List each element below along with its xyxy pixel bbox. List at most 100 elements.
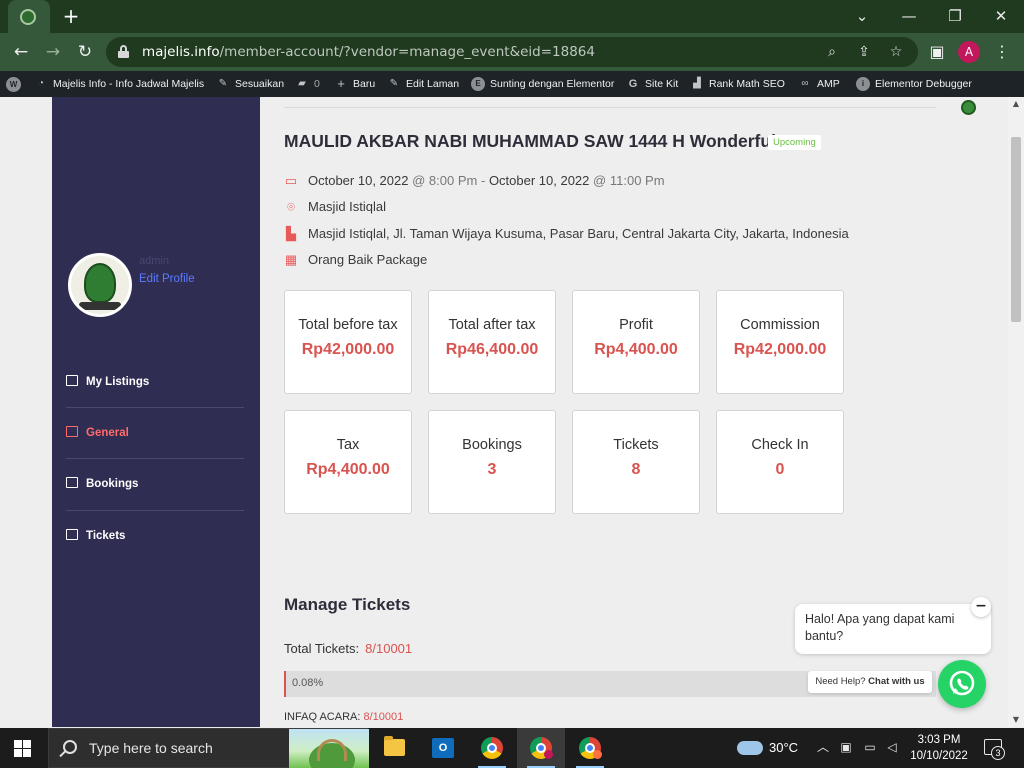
profile-avatar-button[interactable]: A (958, 41, 980, 63)
windows-start-icon[interactable] (14, 740, 31, 757)
sidebar-item-bookings[interactable]: Bookings (66, 469, 244, 499)
system-clock[interactable]: 3:03 PM 10/10/2022 (904, 732, 974, 764)
manage-tickets-title: Manage Tickets (284, 595, 411, 614)
scroll-down-arrow-icon[interactable]: ▼ (1008, 713, 1024, 727)
stat-card-commission: Commission Rp42,000.00 (716, 290, 844, 394)
scroll-up-arrow-icon[interactable]: ▲ (1008, 97, 1024, 111)
search-placeholder: Type here to search (89, 740, 213, 756)
stat-card-profit: Profit Rp4,400.00 (572, 290, 700, 394)
close-window-button[interactable]: ✕ (987, 3, 1015, 29)
browser-menu-icon[interactable]: ⋮ (989, 39, 1015, 65)
share-icon[interactable]: ⇪ (854, 42, 874, 62)
whatsapp-icon (949, 670, 975, 696)
stat-card-tickets: Tickets 8 (572, 410, 700, 514)
taskbar-search-box[interactable]: Type here to search (48, 728, 369, 768)
total-tickets: Total Tickets: 8/10001 (284, 641, 413, 656)
restore-button[interactable]: ❐ (941, 3, 969, 29)
elementor-icon: E (471, 77, 485, 92)
adminbar-comments[interactable]: ▰ 0 (295, 71, 320, 97)
stat-card-bookings: Bookings 3 (428, 410, 556, 514)
sidebar-divider (66, 407, 244, 408)
cloud-icon[interactable] (737, 741, 763, 755)
side-panel-icon[interactable]: ▣ (924, 39, 950, 65)
folder-icon (384, 736, 405, 756)
url-text[interactable]: majelis.info/member-account/?vendor=mana… (142, 44, 595, 60)
chrome-button[interactable] (468, 728, 516, 768)
profile-badge-icon (593, 750, 602, 759)
document-icon (66, 477, 78, 488)
page-viewport: admin Edit Profile My Listings General B… (0, 97, 1008, 727)
account-sidebar: admin Edit Profile My Listings General B… (52, 97, 260, 727)
adminbar-site-name[interactable]: ◔ Majelis Info - Info Jadwal Majelis (34, 71, 204, 97)
notification-count-badge: 3 (991, 746, 1005, 760)
outlook-icon: O (432, 738, 454, 758)
map-pin-icon: ⌾ (287, 199, 295, 214)
info-icon: i (856, 77, 870, 92)
new-tab-button[interactable]: + (60, 4, 82, 28)
network-icon[interactable]: ▭ (862, 739, 878, 755)
event-title: MAULID AKBAR NABI MUHAMMAD SAW 1444 H Wo… (284, 131, 776, 151)
infaq-acara-row: INFAQ ACARA: 8/10001 (284, 711, 404, 723)
weather-temperature[interactable]: 30°C (769, 740, 798, 755)
page-scrollbar[interactable]: ▲ ▼ (1008, 97, 1024, 727)
adminbar-site-kit[interactable]: G Site Kit (626, 71, 679, 97)
link-icon: ∞ (801, 78, 809, 90)
ribbon-icon (79, 302, 121, 310)
search-highlight-image[interactable] (289, 729, 369, 768)
wordpress-logo-icon[interactable]: W (6, 71, 26, 97)
adminbar-rank-math[interactable]: ▟ Rank Math SEO (690, 71, 785, 97)
adminbar-amp[interactable]: ∞ AMP (798, 71, 839, 97)
scrollbar-thumb[interactable] (1011, 137, 1021, 322)
search-icon (63, 740, 77, 754)
building-icon: ▙ (286, 226, 296, 241)
sidebar-divider (66, 510, 244, 511)
volume-muted-icon[interactable]: ◁ (884, 739, 900, 755)
browser-toolbar: ← → ↻ majelis.info/member-account/?vendo… (0, 33, 1024, 71)
status-badge: Upcoming (768, 135, 821, 150)
divider (284, 107, 936, 108)
avatar[interactable] (68, 253, 132, 317)
adminbar-elementor-debugger[interactable]: i Elementor Debugger (856, 71, 972, 97)
grid-icon (66, 375, 78, 386)
sidebar-item-general[interactable]: General (66, 418, 244, 448)
majelis-widget-icon[interactable] (961, 100, 976, 115)
chat-close-button[interactable]: − (971, 597, 991, 617)
progress-fill (285, 671, 286, 697)
file-explorer-button[interactable] (370, 728, 418, 768)
sidebar-item-tickets[interactable]: Tickets (66, 521, 244, 551)
chart-icon: ▟ (693, 78, 701, 90)
browser-tab[interactable] (8, 0, 50, 33)
profile-badge-icon (544, 750, 553, 759)
brush-icon: ✎ (218, 78, 228, 90)
meet-now-icon[interactable]: ▣ (838, 739, 854, 755)
sidebar-item-my-listings[interactable]: My Listings (66, 367, 244, 397)
adminbar-new[interactable]: + Baru (334, 71, 375, 97)
profile-name: admin (139, 255, 169, 267)
address-bar[interactable]: majelis.info/member-account/?vendor=mana… (106, 37, 918, 67)
google-icon: G (628, 78, 638, 91)
stat-card-tax: Tax Rp4,400.00 (284, 410, 412, 514)
minimize-button[interactable]: — (895, 3, 923, 29)
chrome-profile-a-button[interactable] (517, 728, 565, 768)
forward-button[interactable]: → (40, 39, 66, 65)
adminbar-edit-page[interactable]: ✎ Edit Laman (387, 71, 459, 97)
comment-icon: ▰ (298, 78, 306, 90)
lock-icon[interactable] (118, 45, 129, 58)
progress-text: 0.08% (292, 677, 324, 689)
chrome-profile-b-button[interactable] (566, 728, 614, 768)
edit-profile-link[interactable]: Edit Profile (139, 273, 195, 285)
reload-button[interactable]: ↻ (72, 39, 98, 65)
whatsapp-chat-button[interactable] (938, 660, 986, 708)
bookmark-star-icon[interactable]: ☆ (886, 42, 906, 62)
back-button[interactable]: ← (8, 39, 34, 65)
outlook-button[interactable]: O (419, 728, 467, 768)
calendar-icon: ▭ (284, 173, 298, 188)
adminbar-elementor-edit[interactable]: E Sunting dengan Elementor (471, 71, 614, 97)
plus-icon: + (337, 76, 345, 92)
adminbar-customize[interactable]: ✎ Sesuaikan (216, 71, 284, 97)
zoom-icon[interactable]: ⌕ (822, 42, 842, 62)
chat-help-label[interactable]: Need Help? Chat with us (808, 671, 932, 693)
chevron-up-icon[interactable]: ︿ (815, 739, 831, 755)
pencil-icon: ✎ (389, 78, 399, 90)
tab-search-button[interactable]: ⌄ (848, 3, 876, 29)
